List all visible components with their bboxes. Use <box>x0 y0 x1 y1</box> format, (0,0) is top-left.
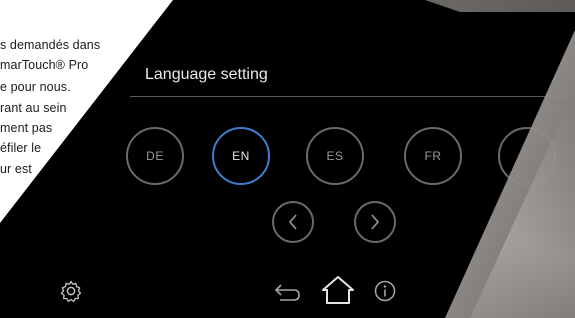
info-button[interactable] <box>373 279 397 303</box>
language-button-es[interactable]: ES <box>306 127 364 185</box>
language-button-fr[interactable]: FR <box>404 127 462 185</box>
home-button[interactable] <box>319 275 357 305</box>
chevron-left-icon <box>288 214 297 230</box>
settings-button[interactable] <box>58 278 84 304</box>
brochure-line: rant au sein <box>0 101 67 115</box>
next-page-button[interactable] <box>354 201 396 243</box>
prev-page-button[interactable] <box>272 201 314 243</box>
brochure-line: s demandés dans <box>0 38 101 52</box>
language-button-en[interactable]: EN <box>212 127 270 185</box>
language-button-de[interactable]: DE <box>126 127 184 185</box>
brochure-line: e pour nous. <box>0 80 71 94</box>
brochure-line: ur est <box>0 162 32 176</box>
info-icon <box>374 280 396 302</box>
back-button[interactable] <box>272 279 302 303</box>
brochure-line: éfiler le <box>0 141 42 155</box>
brochure-line: marTouch® Pro <box>0 58 89 72</box>
brochure-line: ment pas <box>0 121 53 135</box>
chevron-right-icon <box>371 214 380 230</box>
title-divider <box>130 96 570 97</box>
back-arrow-icon <box>274 284 300 301</box>
page-title: Language setting <box>145 66 268 83</box>
home-icon <box>322 276 354 304</box>
gear-icon <box>60 280 82 302</box>
